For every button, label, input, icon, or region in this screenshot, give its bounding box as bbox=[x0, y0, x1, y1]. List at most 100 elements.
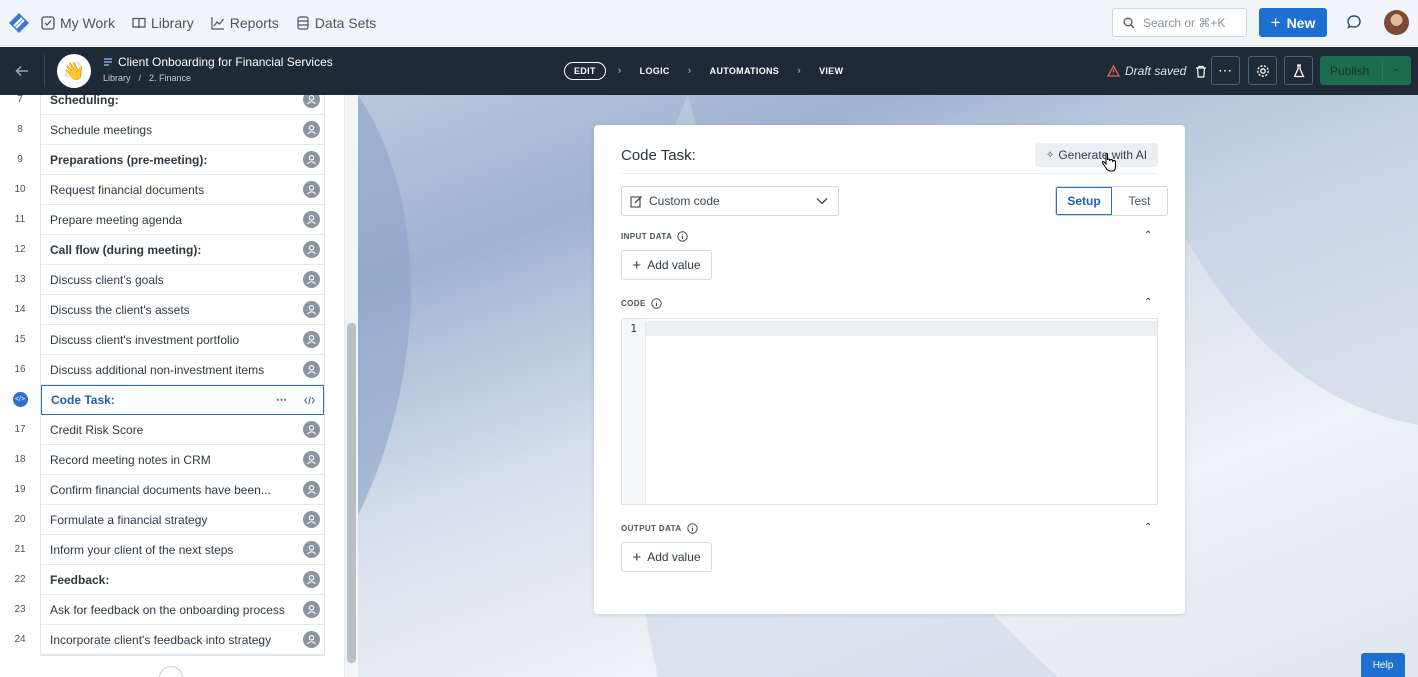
sidebar-scrollbar[interactable] bbox=[344, 95, 358, 677]
nav-my-work-label: My Work bbox=[60, 14, 115, 31]
back-arrow-icon[interactable] bbox=[14, 63, 30, 79]
assignee-icon[interactable] bbox=[303, 631, 320, 648]
step-view[interactable]: VIEW bbox=[813, 66, 849, 76]
nav-reports-label: Reports bbox=[229, 14, 279, 31]
code-task-marker-icon: </> bbox=[0, 392, 40, 407]
assignee-icon[interactable] bbox=[303, 511, 320, 528]
task-row[interactable]: Confirm financial documents have been... bbox=[41, 475, 324, 505]
task-label: Inform your client of the next steps bbox=[50, 542, 234, 557]
task-row[interactable]: Schedule meetings bbox=[41, 115, 324, 145]
nav-my-work[interactable]: My Work bbox=[41, 15, 115, 31]
task-row[interactable]: Formulate a financial strategy bbox=[41, 505, 324, 535]
task-row[interactable]: Discuss client's investment portfolio bbox=[41, 325, 324, 355]
assignee-icon[interactable] bbox=[303, 331, 320, 348]
task-row[interactable]: Discuss client's goals bbox=[41, 265, 324, 295]
assignee-icon[interactable] bbox=[303, 601, 320, 618]
task-row[interactable]: Credit Risk Score bbox=[41, 415, 324, 445]
generate-with-ai-button[interactable]: ✧ Generate with AI bbox=[1035, 143, 1158, 167]
test-run-button[interactable] bbox=[1284, 56, 1313, 85]
step-automations[interactable]: AUTOMATIONS bbox=[704, 66, 785, 76]
search-placeholder: Search or ⌘+K bbox=[1143, 15, 1226, 30]
chevron-right-icon: › bbox=[617, 65, 622, 77]
help-button[interactable]: Help bbox=[1361, 653, 1405, 677]
info-icon[interactable] bbox=[677, 231, 688, 242]
settings-button[interactable] bbox=[1248, 56, 1277, 85]
info-icon[interactable] bbox=[686, 523, 698, 534]
assignee-icon[interactable] bbox=[303, 95, 320, 108]
assignee-icon[interactable] bbox=[303, 181, 320, 198]
assignee-icon[interactable] bbox=[303, 151, 320, 168]
assignee-icon[interactable] bbox=[303, 541, 320, 558]
assignee-icon[interactable] bbox=[303, 451, 320, 468]
card-divider bbox=[621, 173, 1158, 174]
step-logic[interactable]: LOGIC bbox=[634, 66, 676, 76]
assignee-icon[interactable] bbox=[303, 301, 320, 318]
task-label: Formulate a financial strategy bbox=[50, 512, 208, 527]
new-button[interactable]: + New bbox=[1259, 8, 1327, 37]
breadcrumb-folder[interactable]: 2. Finance bbox=[149, 73, 191, 83]
app-logo-icon[interactable] bbox=[7, 11, 31, 35]
code-type-select[interactable]: Custom code bbox=[621, 186, 839, 216]
breadcrumb-library[interactable]: Library bbox=[103, 73, 131, 83]
publish-button[interactable]: Publish ⌄ bbox=[1320, 56, 1411, 85]
assignee-icon[interactable] bbox=[303, 121, 320, 138]
task-row-active[interactable]: Code Task: ⋯ bbox=[41, 385, 324, 415]
task-label: Discuss client's goals bbox=[50, 272, 164, 287]
nav-reports[interactable]: Reports bbox=[211, 15, 279, 31]
collapse-code-icon[interactable]: ⌃ bbox=[1144, 297, 1152, 308]
nav-data-sets[interactable]: Data Sets bbox=[296, 15, 376, 31]
assignee-icon[interactable] bbox=[303, 241, 320, 258]
chat-icon[interactable] bbox=[1346, 14, 1362, 30]
task-row[interactable]: Preparations (pre-meeting): bbox=[41, 145, 324, 175]
search-icon bbox=[1123, 17, 1135, 28]
breadcrumb-separator: / bbox=[138, 73, 142, 83]
add-input-value-button[interactable]: + Add value bbox=[621, 250, 712, 280]
info-icon[interactable] bbox=[651, 298, 662, 309]
workflow-emoji-avatar[interactable]: 👋 bbox=[57, 54, 91, 88]
add-output-value-button[interactable]: + Add value bbox=[621, 542, 712, 572]
search-input[interactable]: Search or ⌘+K bbox=[1112, 8, 1247, 37]
line-number: 23 bbox=[14, 604, 26, 615]
database-icon bbox=[297, 15, 309, 30]
task-row[interactable]: Feedback: bbox=[41, 565, 324, 595]
task-row[interactable]: Scheduling: bbox=[41, 95, 324, 115]
assignee-icon[interactable] bbox=[303, 211, 320, 228]
task-row[interactable]: Inform your client of the next steps bbox=[41, 535, 324, 565]
ellipsis-icon: ⋯ bbox=[1218, 62, 1233, 78]
code-icon[interactable] bbox=[304, 394, 315, 408]
line-number: 20 bbox=[14, 514, 26, 525]
assignee-icon[interactable] bbox=[303, 571, 320, 588]
task-row[interactable]: Ask for feedback on the onboarding proce… bbox=[41, 595, 324, 625]
collapse-input-icon[interactable]: ⌃ bbox=[1144, 230, 1152, 241]
more-options-button[interactable]: ⋯ bbox=[1211, 56, 1240, 85]
add-input-value-label: Add value bbox=[647, 258, 701, 272]
tab-setup[interactable]: Setup bbox=[1056, 187, 1112, 215]
assignee-icon[interactable] bbox=[303, 271, 320, 288]
workflow-title[interactable]: Client Onboarding for Financial Services bbox=[103, 55, 333, 69]
card-title[interactable]: Code Task: bbox=[621, 147, 696, 164]
chevron-down-icon[interactable]: ⌄ bbox=[1392, 63, 1400, 74]
task-label: Ask for feedback on the onboarding proce… bbox=[50, 602, 285, 617]
code-editor[interactable]: 1 bbox=[621, 318, 1158, 505]
tab-test[interactable]: Test bbox=[1112, 187, 1167, 215]
step-edit[interactable]: EDIT bbox=[564, 62, 606, 80]
task-row[interactable]: Incorporate client's feedback into strat… bbox=[41, 625, 324, 655]
task-row[interactable]: Record meeting notes in CRM bbox=[41, 445, 324, 475]
task-row[interactable]: Call flow (during meeting): bbox=[41, 235, 324, 265]
task-label: Discuss the client's assets bbox=[50, 302, 190, 317]
line-number: 17 bbox=[14, 424, 26, 435]
assignee-icon[interactable] bbox=[303, 421, 320, 438]
assignee-icon[interactable] bbox=[303, 361, 320, 378]
task-row[interactable]: Discuss the client's assets bbox=[41, 295, 324, 325]
task-row[interactable]: Discuss additional non-investment items bbox=[41, 355, 324, 385]
task-row[interactable]: Prepare meeting agenda bbox=[41, 205, 324, 235]
collapse-output-icon[interactable]: ⌃ bbox=[1144, 522, 1152, 533]
nav-library[interactable]: Library bbox=[132, 15, 194, 31]
task-row[interactable]: Request financial documents bbox=[41, 175, 324, 205]
trash-icon[interactable] bbox=[1195, 65, 1207, 78]
scrollbar-thumb[interactable] bbox=[347, 323, 356, 663]
ellipsis-icon[interactable]: ⋯ bbox=[276, 393, 287, 406]
task-sidebar: 7 8 9 10 11 12 13 14 15 16 </> 17 18 19 20 21 22 23 24 Sch… bbox=[0, 95, 344, 677]
assignee-icon[interactable] bbox=[303, 481, 320, 498]
user-avatar[interactable] bbox=[1384, 10, 1409, 35]
